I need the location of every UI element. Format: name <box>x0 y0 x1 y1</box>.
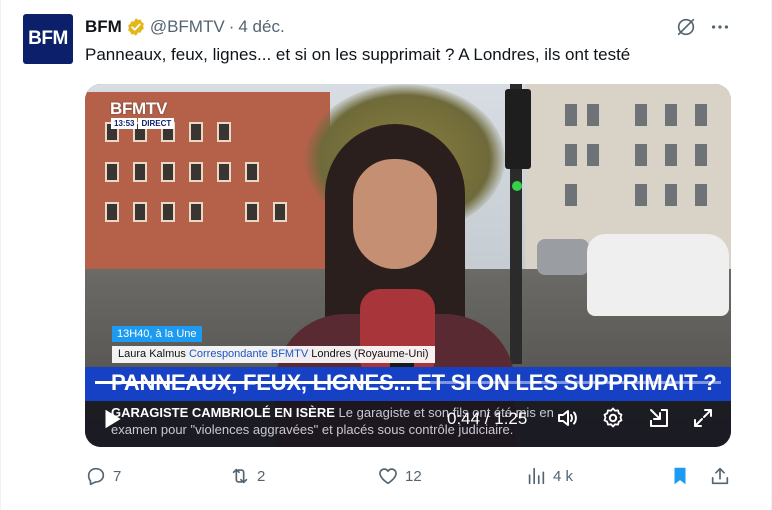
progress-bar[interactable] <box>95 381 721 384</box>
ticker-title: GARAGISTE CAMBRIOLÉ EN ISÈRE <box>111 405 335 420</box>
channel-logo: BFMTV <box>110 99 168 118</box>
grok-icon[interactable] <box>675 16 697 38</box>
settings-icon[interactable] <box>601 406 625 430</box>
tweet-actions: 7 2 12 4 k <box>85 462 735 490</box>
tweet-header: BFM @BFMTV · 4 déc. <box>85 16 285 38</box>
time-display: 0:44 / 1:25 <box>447 409 528 428</box>
show-tag: 13H40, à la Une <box>112 326 202 342</box>
reply-count: 7 <box>113 467 122 485</box>
repost-button[interactable]: 2 <box>229 462 265 490</box>
car-grey <box>537 239 589 275</box>
bookmark-icon <box>674 467 686 485</box>
bookmark-button[interactable] <box>669 462 697 490</box>
volume-icon[interactable] <box>555 406 579 430</box>
pip-icon[interactable] <box>647 406 671 430</box>
verified-badge-icon <box>127 18 144 36</box>
car-white <box>587 234 729 316</box>
reply-icon <box>87 467 105 486</box>
repost-count: 2 <box>257 467 266 485</box>
repost-icon <box>232 468 248 484</box>
reporter-location: Londres (Royaume-Uni) <box>311 348 429 360</box>
video-player[interactable]: BFMTV 13:53 DIRECT 13H40, à la Une Laura… <box>85 84 731 447</box>
views-button[interactable]: 4 k <box>525 462 573 490</box>
avatar[interactable]: BFM <box>23 14 73 64</box>
tweet-text: Panneaux, feux, lignes... et si on les s… <box>85 45 631 64</box>
views-count: 4 k <box>553 467 574 485</box>
play-icon[interactable] <box>99 406 125 432</box>
progress-fill <box>95 381 421 384</box>
clock-time: 13:53 <box>111 118 138 129</box>
reporter-role: Correspondante BFMTV <box>188 348 309 360</box>
reporter-caption: Laura Kalmus Correspondante BFMTV Londre… <box>112 346 435 363</box>
live-clock: 13:53 DIRECT <box>111 118 175 129</box>
author-name[interactable]: BFM <box>85 17 122 37</box>
share-button[interactable] <box>709 462 737 490</box>
fullscreen-icon[interactable] <box>691 406 715 430</box>
separator-dot: · <box>228 17 235 36</box>
views-chart-icon <box>528 467 545 485</box>
share-icon <box>711 467 729 485</box>
heart-icon <box>379 468 397 485</box>
tweet-date[interactable]: 4 déc. <box>238 17 284 37</box>
like-button[interactable]: 12 <box>377 462 422 490</box>
author-handle[interactable]: @BFMTV <box>150 17 225 37</box>
avatar-logo: BFM <box>28 28 68 49</box>
reply-button[interactable]: 7 <box>85 462 121 490</box>
live-label: DIRECT <box>138 118 175 129</box>
like-count: 12 <box>405 467 422 485</box>
tweet[interactable]: BFM BFM @BFMTV · 4 déc. Panneaux, feux, … <box>0 0 772 510</box>
reporter-name: Laura Kalmus <box>118 348 186 360</box>
more-options-icon[interactable] <box>709 16 731 38</box>
